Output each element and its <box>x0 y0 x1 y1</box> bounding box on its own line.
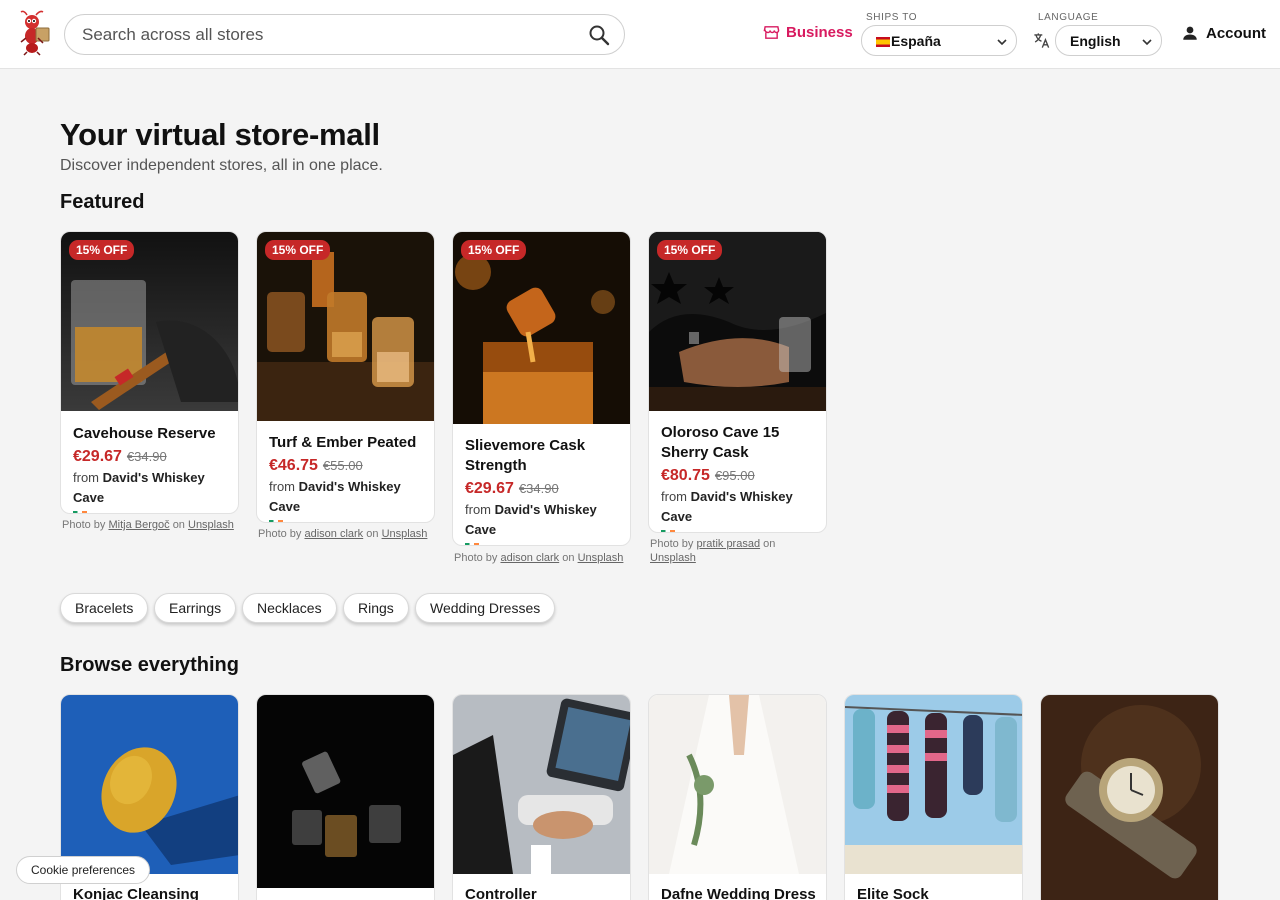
sale-price: €29.67 <box>73 448 122 465</box>
account-label: Account <box>1206 24 1266 42</box>
language-value: English <box>1070 33 1121 49</box>
sale-price: €29.67 <box>465 480 514 497</box>
photo-credit: Photo by pratik prasad on Unsplash <box>650 538 776 564</box>
category-chip-bracelets[interactable]: Bracelets <box>60 593 149 623</box>
language-label: LANGUAGE <box>1038 12 1099 23</box>
ships-to-value: España <box>891 33 941 49</box>
discount-badge: 15% OFF <box>461 240 527 260</box>
discount-badge: 15% OFF <box>69 240 135 260</box>
photographer-link[interactable]: adison clark <box>304 528 363 540</box>
product-image <box>649 695 826 874</box>
unsplash-link[interactable]: Unsplash <box>578 552 624 564</box>
account-button[interactable]: Account <box>1181 24 1266 42</box>
product-card[interactable]: 15% OFF Turf & Ember Peated €46.75 €55.00… <box>256 231 435 523</box>
page-title: Your virtual store-mall <box>60 117 380 152</box>
product-image <box>1041 695 1218 900</box>
spain-flag-icon <box>876 37 890 47</box>
product-card[interactable]: 15% OFF Cavehouse Reserve €29.67 €34.90 f… <box>60 231 239 514</box>
photographer-link[interactable]: adison clark <box>500 552 559 564</box>
product-image <box>257 232 434 421</box>
original-price: €55.00 <box>322 458 363 473</box>
photo-credit: Photo by Mitja Bergoč on Unsplash <box>62 519 234 531</box>
product-name[interactable]: Oloroso Cave 15 Sherry Cask <box>661 423 818 463</box>
photo-credit: Photo by adison clark on Unsplash <box>258 528 428 540</box>
ireland-flag-icon <box>269 520 283 522</box>
ireland-flag-icon <box>661 530 675 532</box>
photographer-link[interactable]: pratik prasad <box>696 538 760 550</box>
sale-price: €46.75 <box>269 457 318 474</box>
chevron-down-icon <box>1142 39 1152 46</box>
translate-icon <box>1034 33 1050 48</box>
photographer-link[interactable]: Mitja Bergoč <box>108 519 169 531</box>
from-label: from <box>661 489 687 504</box>
photo-credit: Photo by adison clark on Unsplash <box>454 552 624 564</box>
ships-to-select[interactable]: España <box>861 25 1017 56</box>
product-card[interactable]: Controller <box>452 694 631 900</box>
person-icon <box>1183 26 1197 40</box>
product-name[interactable]: Cavehouse Reserve <box>73 424 230 444</box>
product-image <box>257 695 434 888</box>
category-chip-necklaces[interactable]: Necklaces <box>242 593 337 623</box>
search-placeholder: Search across all stores <box>82 25 264 44</box>
product-image <box>61 695 238 874</box>
sale-price: €80.75 <box>661 467 710 484</box>
product-card[interactable] <box>1040 694 1219 900</box>
unsplash-link[interactable]: Unsplash <box>188 519 234 531</box>
ireland-flag-icon <box>73 511 87 513</box>
product-name[interactable]: Turf & Ember Peated <box>269 433 426 453</box>
ships-to-label: SHIPS TO <box>866 12 918 23</box>
product-card[interactable] <box>256 694 435 900</box>
product-image <box>453 232 630 424</box>
top-bar: Search across all stores Business SHIPS … <box>0 0 1280 69</box>
product-image <box>453 695 630 874</box>
category-chip-earrings[interactable]: Earrings <box>154 593 237 623</box>
browse-heading: Browse everything <box>60 654 239 676</box>
search-input[interactable]: Search across all stores <box>64 14 625 55</box>
business-link[interactable]: Business <box>763 24 853 41</box>
unsplash-link[interactable]: Unsplash <box>650 552 696 564</box>
product-name[interactable]: Elite Sock <box>857 885 1014 900</box>
unsplash-link[interactable]: Unsplash <box>382 528 428 540</box>
search-icon[interactable] <box>587 23 611 47</box>
product-name[interactable]: Dafne Wedding Dress <box>661 885 818 900</box>
ant-mascot-logo[interactable] <box>18 10 52 56</box>
ireland-flag-icon <box>465 543 479 545</box>
from-label: from <box>465 502 491 517</box>
original-price: €34.90 <box>126 449 167 464</box>
from-label: from <box>73 470 99 485</box>
discount-badge: 15% OFF <box>657 240 723 260</box>
product-name[interactable]: Controller <box>465 885 622 900</box>
original-price: €34.90 <box>518 481 559 496</box>
product-image <box>845 695 1022 874</box>
product-name[interactable]: Konjac Cleansing <box>73 885 230 900</box>
language-select[interactable]: English <box>1055 25 1162 56</box>
category-chip-rings[interactable]: Rings <box>343 593 409 623</box>
product-card[interactable]: 15% OFF Oloroso Cave 15 Sherry Cask €80.… <box>648 231 827 533</box>
from-label: from <box>269 479 295 494</box>
page-subtitle: Discover independent stores, all in one … <box>60 157 383 174</box>
product-name[interactable]: Slievemore Cask Strength <box>465 436 622 476</box>
featured-heading: Featured <box>60 191 145 213</box>
cookie-preferences-button[interactable]: Cookie preferences <box>16 856 151 884</box>
chevron-down-icon <box>997 39 1007 46</box>
product-card[interactable]: 15% OFF Slievemore Cask Strength €29.67 €… <box>452 231 631 546</box>
business-label: Business <box>786 24 853 41</box>
original-price: €95.00 <box>714 468 755 483</box>
product-card[interactable]: Dafne Wedding Dress <box>648 694 827 900</box>
storefront-icon <box>763 26 780 39</box>
product-card[interactable]: Elite Sock <box>844 694 1023 900</box>
discount-badge: 15% OFF <box>265 240 331 260</box>
category-chip-wedding-dresses[interactable]: Wedding Dresses <box>415 593 556 623</box>
